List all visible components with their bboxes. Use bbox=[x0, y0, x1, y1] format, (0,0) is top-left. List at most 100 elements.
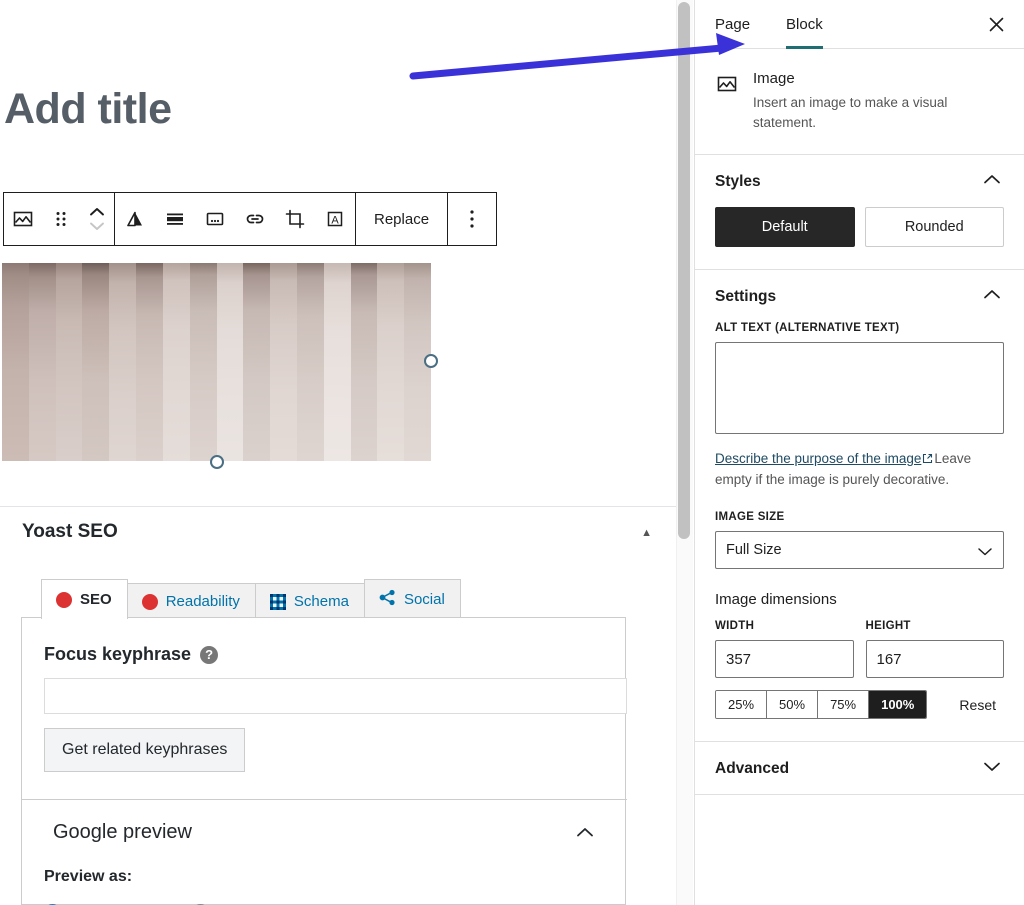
screen-root: Add title bbox=[0, 0, 1024, 905]
image-block[interactable] bbox=[2, 263, 431, 461]
image-icon[interactable] bbox=[4, 193, 42, 245]
yoast-header: Yoast SEO ▲ bbox=[0, 507, 676, 559]
alt-text-input[interactable] bbox=[715, 342, 1004, 434]
image-size-select[interactable]: Full Size bbox=[715, 531, 1004, 569]
scale-50-button[interactable]: 50% bbox=[767, 691, 818, 718]
chevron-up-icon[interactable] bbox=[982, 173, 1002, 191]
style-default-button[interactable]: Default bbox=[715, 207, 855, 247]
external-link-icon bbox=[922, 450, 933, 470]
ellipsis-vertical-icon[interactable] bbox=[448, 193, 496, 245]
scale-100-button[interactable]: 100% bbox=[869, 691, 926, 718]
block-card-description: Insert an image to make a visual stateme… bbox=[753, 93, 1002, 132]
replace-button[interactable]: Replace bbox=[356, 193, 447, 245]
text-over-image-icon[interactable]: A bbox=[315, 193, 355, 245]
question-mark-icon[interactable]: ? bbox=[200, 646, 218, 664]
toolbar-group-block bbox=[4, 193, 114, 245]
tab-seo[interactable]: SEO bbox=[41, 579, 128, 619]
block-card-text: Image Insert an image to make a visual s… bbox=[753, 70, 1002, 132]
width-label: WIDTH bbox=[715, 620, 854, 632]
image-size-select-wrap: Full Size bbox=[715, 531, 1004, 569]
tab-readability-label: Readability bbox=[166, 593, 240, 610]
preview-as-label: Preview as: bbox=[44, 868, 132, 886]
scale-25-button[interactable]: 25% bbox=[716, 691, 767, 718]
describe-purpose-link[interactable]: Describe the purpose of the image bbox=[715, 451, 921, 466]
tab-page[interactable]: Page bbox=[695, 0, 768, 48]
resize-handle-right[interactable] bbox=[424, 354, 438, 368]
advanced-title: Advanced bbox=[715, 760, 789, 778]
advanced-section-header[interactable]: Advanced bbox=[695, 742, 1024, 794]
tab-schema-label: Schema bbox=[294, 593, 349, 610]
styles-body: Default Rounded bbox=[695, 207, 1024, 269]
chevron-up-icon[interactable] bbox=[575, 826, 595, 844]
tab-seo-label: SEO bbox=[80, 591, 112, 608]
align-icon[interactable] bbox=[115, 193, 155, 245]
focus-keyphrase-label: Focus keyphrase ? bbox=[44, 644, 218, 665]
block-settings-sidebar: Page Block Image Insert an image to make bbox=[694, 0, 1024, 905]
chevron-up-icon[interactable] bbox=[982, 288, 1002, 306]
height-label: HEIGHT bbox=[866, 620, 1005, 632]
tab-page-label: Page bbox=[715, 16, 750, 33]
toolbar-group-format: A bbox=[115, 193, 355, 245]
panel-divider bbox=[22, 799, 627, 800]
close-icon[interactable] bbox=[982, 10, 1010, 38]
yoast-tab-list: SEO Readability Schema bbox=[41, 578, 460, 619]
get-related-keyphrases-button[interactable]: Get related keyphrases bbox=[44, 728, 245, 772]
crop-icon[interactable] bbox=[275, 193, 315, 245]
settings-section-header[interactable]: Settings bbox=[695, 270, 1024, 322]
resize-handle-bottom[interactable] bbox=[210, 455, 224, 469]
styles-section: Styles Default Rounded bbox=[695, 155, 1024, 270]
focus-keyphrase-input[interactable] bbox=[44, 678, 627, 714]
block-card: Image Insert an image to make a visual s… bbox=[695, 49, 1024, 155]
width-field-group: WIDTH bbox=[715, 620, 854, 678]
alt-text-label: ALT TEXT (ALTERNATIVE TEXT) bbox=[715, 322, 1004, 334]
style-rounded-button[interactable]: Rounded bbox=[865, 207, 1005, 247]
scale-75-button[interactable]: 75% bbox=[818, 691, 869, 718]
image-content bbox=[2, 263, 431, 461]
yoast-title: Yoast SEO bbox=[22, 521, 118, 543]
image-size-label: IMAGE SIZE bbox=[715, 511, 1004, 523]
chevron-down-icon[interactable] bbox=[982, 760, 1002, 778]
block-movers[interactable] bbox=[80, 193, 114, 245]
caption-icon[interactable] bbox=[195, 193, 235, 245]
chevron-up-icon bbox=[87, 205, 107, 219]
tab-readability[interactable]: Readability bbox=[127, 583, 256, 620]
link-icon[interactable] bbox=[235, 193, 275, 245]
advanced-section: Advanced bbox=[695, 742, 1024, 795]
scale-row: 25% 50% 75% 100% Reset bbox=[715, 690, 1004, 719]
red-bullet-icon bbox=[142, 594, 158, 610]
drag-handle-icon[interactable] bbox=[42, 193, 80, 245]
red-bullet-icon bbox=[56, 592, 72, 608]
image-size-value: Full Size bbox=[726, 542, 782, 558]
google-preview-title: Google preview bbox=[53, 821, 192, 844]
tab-social-label: Social bbox=[404, 591, 445, 608]
settings-title: Settings bbox=[715, 288, 776, 306]
block-toolbar: A Replace bbox=[3, 192, 497, 246]
settings-section: Settings ALT TEXT (ALTERNATIVE TEXT) Des… bbox=[695, 270, 1024, 742]
style-variation-list: Default Rounded bbox=[715, 207, 1004, 247]
schema-grid-icon bbox=[270, 594, 286, 610]
full-width-icon[interactable] bbox=[155, 193, 195, 245]
yoast-seo-metabox: Yoast SEO ▲ SEO Readability Schema bbox=[0, 507, 676, 905]
tab-block[interactable]: Block bbox=[768, 0, 841, 48]
image-dimensions-grid: WIDTH HEIGHT bbox=[715, 620, 1004, 678]
post-title-placeholder[interactable]: Add title bbox=[4, 85, 171, 134]
share-icon bbox=[379, 589, 396, 610]
triangle-up-icon[interactable]: ▲ bbox=[641, 527, 652, 539]
block-editor-canvas: Add title bbox=[0, 0, 676, 905]
reset-button[interactable]: Reset bbox=[959, 697, 1004, 713]
focus-keyphrase-text: Focus keyphrase bbox=[44, 644, 191, 665]
tab-social[interactable]: Social bbox=[364, 579, 461, 620]
editor-scrollbar-thumb[interactable] bbox=[678, 2, 690, 539]
tab-schema[interactable]: Schema bbox=[255, 583, 365, 620]
image-icon bbox=[715, 70, 739, 132]
sidebar-tab-bar: Page Block bbox=[695, 0, 1024, 49]
height-input[interactable] bbox=[866, 640, 1005, 678]
styles-section-header[interactable]: Styles bbox=[695, 155, 1024, 207]
settings-body: ALT TEXT (ALTERNATIVE TEXT) Describe the… bbox=[695, 322, 1024, 741]
height-field-group: HEIGHT bbox=[866, 620, 1005, 678]
width-input[interactable] bbox=[715, 640, 854, 678]
styles-title: Styles bbox=[715, 173, 761, 191]
yoast-seo-panel: Focus keyphrase ? Get related keyphrases… bbox=[21, 617, 626, 905]
tab-block-label: Block bbox=[786, 16, 823, 33]
scale-button-group: 25% 50% 75% 100% bbox=[715, 690, 927, 719]
